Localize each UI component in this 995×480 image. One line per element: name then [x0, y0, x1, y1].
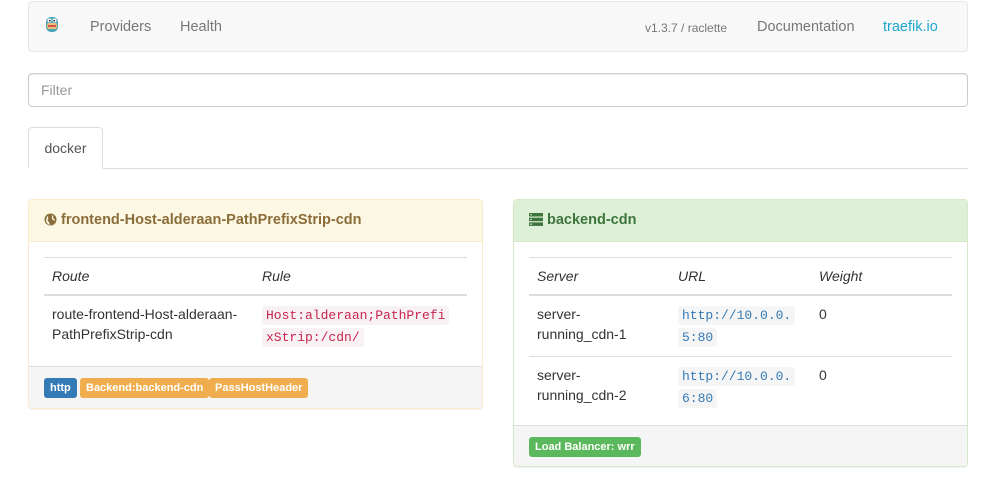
server-name-line: server-	[537, 305, 581, 322]
rule-code-line: Host:alderaan;PathPrefi	[262, 305, 450, 325]
url-code-line: 5:80	[678, 327, 718, 347]
column-header-url: URL	[670, 257, 811, 296]
navbar: Providers Health v1.3.7 / raclette Docum…	[28, 1, 968, 52]
frontend-routes-table: Route Rule route-frontend-Host-alderaan-…	[44, 257, 467, 356]
server-name: server- running_cdn-2	[529, 355, 670, 417]
tab-docker[interactable]: docker	[28, 127, 103, 169]
traefik-gopher-logo-icon[interactable]	[44, 16, 60, 34]
backend-panel: backend-cdn Server URL Weight server- ru…	[513, 199, 968, 467]
backend-servers-table: Server URL Weight server- running_cdn-1 …	[529, 257, 952, 417]
version-text: v1.3.7 / raclette	[645, 21, 728, 35]
table-row: server- running_cdn-2 http://10.0.0. 6:8…	[529, 355, 952, 417]
globe-icon	[44, 213, 57, 226]
pass-host-header-badge: PassHostHeader	[209, 378, 309, 398]
entrypoint-badge: http	[44, 378, 77, 398]
route-rule: Host:alderaan;PathPrefi xStrip:/cdn/	[254, 295, 467, 356]
column-header-server: Server	[529, 257, 670, 296]
load-balancer-badge: Load Balancer: wrr	[529, 437, 641, 457]
column-header-route: Route	[44, 257, 254, 296]
server-name-line: server-	[537, 366, 581, 383]
frontend-panel-footer: http Backend:backend-cdn PassHostHeader	[29, 366, 482, 408]
server-url: http://10.0.0. 6:80	[670, 355, 811, 417]
backend-panel-footer: Load Balancer: wrr	[514, 425, 967, 466]
frontend-panel-heading: frontend-Host-alderaan-PathPrefixStrip-c…	[29, 200, 482, 242]
server-weight: 0	[811, 355, 952, 417]
frontend-panel: frontend-Host-alderaan-PathPrefixStrip-c…	[28, 199, 483, 409]
column-header-weight: Weight	[811, 257, 952, 296]
backend-panel-heading: backend-cdn	[514, 200, 967, 242]
rule-code-line: xStrip:/cdn/	[262, 327, 364, 347]
tabs-border	[28, 168, 968, 169]
filter-input[interactable]	[28, 73, 968, 107]
url-code-line: http://10.0.0.	[678, 366, 796, 386]
nav-documentation-link[interactable]: Documentation	[757, 18, 855, 36]
route-name: route-frontend-Host-alderaan-PathPrefixS…	[52, 305, 238, 342]
nav-health-link[interactable]: Health	[180, 18, 222, 36]
server-name-line: running_cdn-2	[537, 386, 627, 403]
server-url: http://10.0.0. 5:80	[670, 295, 811, 357]
nav-traefik-link[interactable]: traefik.io	[883, 18, 938, 36]
column-header-rule: Rule	[254, 257, 467, 296]
frontend-title: frontend-Host-alderaan-PathPrefixStrip-c…	[61, 212, 362, 228]
server-icon	[529, 213, 543, 226]
table-row: route-frontend-Host-alderaan-PathPrefixS…	[44, 295, 467, 356]
server-name: server- running_cdn-1	[529, 295, 670, 357]
server-name-line: running_cdn-1	[537, 325, 627, 342]
nav-providers-link[interactable]: Providers	[90, 18, 151, 36]
backend-title: backend-cdn	[547, 212, 637, 228]
url-code-line: http://10.0.0.	[678, 305, 796, 325]
server-weight: 0	[819, 305, 827, 322]
table-row: server- running_cdn-1 http://10.0.0. 5:8…	[529, 295, 952, 357]
backend-badge: Backend:backend-cdn	[80, 378, 210, 398]
url-code-line: 6:80	[678, 388, 718, 408]
